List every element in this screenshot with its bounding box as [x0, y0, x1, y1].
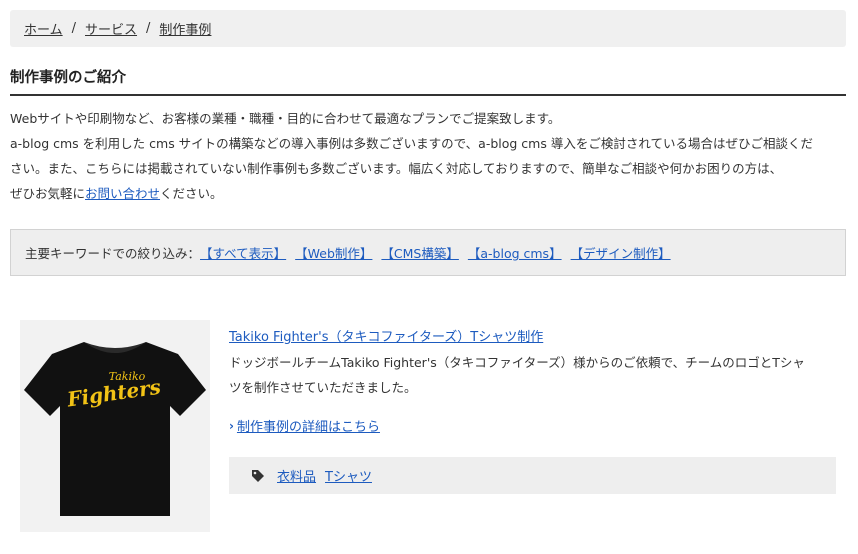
tshirt-image: Takiko Fighters [24, 342, 206, 516]
case-title-link[interactable]: Takiko Fighter's（タキコファイターズ）Tシャツ制作 [229, 326, 543, 345]
filter-keyword-cms[interactable]: 【CMS構築】 [381, 243, 458, 262]
tag-bar: 衣料品 Tシャツ [229, 457, 836, 494]
case-description-line: ツを制作させていただきました。 [229, 380, 417, 395]
breadcrumb-home-link[interactable]: ホーム [24, 19, 63, 38]
keyword-filter-bar: 主要キーワードでの絞り込み： 【すべて表示】 【Web制作】 【CMS構築】 【… [10, 229, 846, 276]
breadcrumb-separator: / [71, 21, 77, 36]
filter-label: 主要キーワードでの絞り込み： [25, 246, 201, 261]
tag-icon [252, 469, 264, 482]
contact-link[interactable]: お問い合わせ [85, 186, 160, 201]
filter-keyword-all[interactable]: 【すべて表示】 [200, 243, 286, 262]
intro-line: ぜひお気軽にお問い合わせください。 [10, 181, 850, 206]
tshirt-body [24, 342, 206, 516]
breadcrumb-service-link[interactable]: サービス [85, 19, 137, 38]
intro-text: Webサイトや印刷物など、お客様の業種・職種・目的に合わせて最適なプランでご提案… [10, 106, 850, 206]
breadcrumb-separator: / [146, 21, 151, 36]
case-thumbnail[interactable]: Takiko Fighters [20, 320, 210, 532]
case-description-line: ドッジボールチームTakiko Fighter's（タキコファイターズ）様からの… [229, 355, 805, 370]
breadcrumb: ホーム / サービス / 制作事例 [10, 10, 846, 47]
filter-keyword-design[interactable]: 【デザイン制作】 [571, 243, 671, 262]
case-detail-link[interactable]: 制作事例の詳細はこちら [237, 416, 380, 435]
intro-text-segment: ください。 [160, 186, 223, 201]
case-more: › 制作事例の詳細はこちら [229, 416, 380, 436]
intro-text-segment: ぜひお気軽に [10, 186, 86, 201]
tag-link-tshirt[interactable]: Tシャツ [325, 466, 372, 485]
intro-line: さい。また、こちらには掲載されていない制作事例も多数ございます。幅広く対応してお… [10, 161, 783, 176]
case-description: ドッジボールチームTakiko Fighter's（タキコファイターズ）様からの… [229, 350, 839, 400]
tag-link-clothing[interactable]: 衣料品 [277, 466, 316, 485]
chevron-right-icon: › [229, 418, 234, 433]
intro-line: Webサイトや印刷物など、お客様の業種・職種・目的に合わせて最適なプランでご提案… [10, 111, 561, 126]
section-title: 制作事例のご紹介 [10, 66, 846, 96]
filter-keyword-web[interactable]: 【Web制作】 [295, 243, 372, 262]
intro-line: a-blog cms を利用した cms サイトの構築などの導入事例は多数ござい… [10, 136, 813, 151]
breadcrumb-works-link[interactable]: 制作事例 [159, 19, 211, 38]
filter-keyword-ablogcms[interactable]: 【a-blog cms】 [468, 243, 562, 262]
